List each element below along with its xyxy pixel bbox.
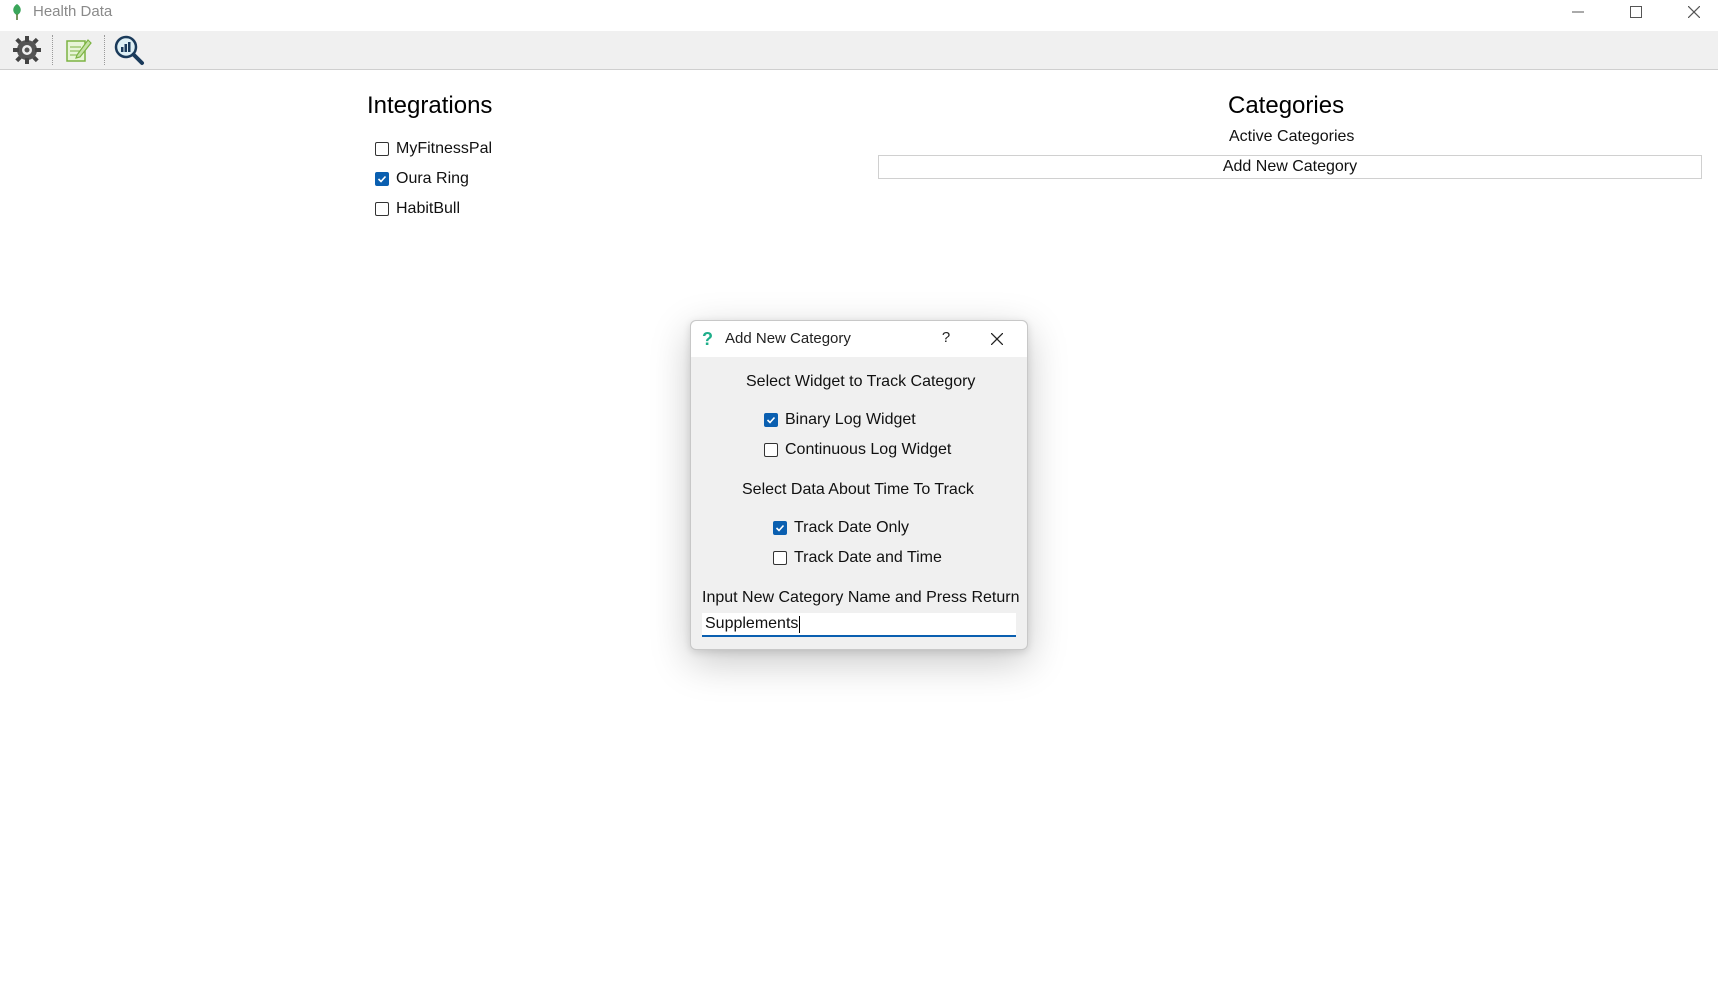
checkmark-icon xyxy=(766,416,776,424)
close-icon xyxy=(1688,6,1700,18)
checkbox-label: Track Date and Time xyxy=(794,549,942,566)
integration-myfitnesspal-checkbox[interactable]: MyFitnessPal xyxy=(375,139,492,159)
search-chart-icon xyxy=(114,35,144,65)
checkbox-checked[interactable] xyxy=(375,172,389,186)
binary-log-widget-checkbox[interactable]: Binary Log Widget xyxy=(764,410,916,430)
checkmark-icon xyxy=(377,175,387,183)
minimize-button[interactable] xyxy=(1550,0,1606,24)
integration-habitbull-checkbox[interactable]: HabitBull xyxy=(375,199,460,219)
checkbox-label: Binary Log Widget xyxy=(785,411,916,428)
checkbox-checked[interactable] xyxy=(764,413,778,427)
checkbox-unchecked[interactable] xyxy=(375,202,389,216)
dialog-close-button[interactable] xyxy=(987,329,1007,349)
minimize-icon xyxy=(1572,11,1584,13)
toolbar xyxy=(0,31,1718,70)
checkbox-label: Continuous Log Widget xyxy=(785,441,952,458)
maximize-icon xyxy=(1630,6,1642,18)
edit-note-icon xyxy=(66,39,92,62)
settings-gear-icon xyxy=(13,36,41,64)
checkbox-label: HabitBull xyxy=(396,200,461,217)
dialog-title-bar: ? Add New Category ? xyxy=(691,321,1027,357)
text-caret xyxy=(799,615,801,633)
checkbox-label: Oura Ring xyxy=(396,170,469,187)
category-name-input[interactable]: Supplements xyxy=(702,613,1016,637)
close-window-button[interactable] xyxy=(1666,0,1718,24)
checkmark-icon xyxy=(775,524,785,532)
track-date-and-time-checkbox[interactable]: Track Date and Time xyxy=(773,548,942,568)
settings-button[interactable] xyxy=(10,34,44,66)
dialog-title: Add New Category xyxy=(725,330,851,347)
help-question-icon: ? xyxy=(702,329,713,349)
add-new-category-button[interactable]: Add New Category xyxy=(878,155,1702,179)
checkbox-checked[interactable] xyxy=(773,521,787,535)
name-prompt-label: Input New Category Name and Press Return xyxy=(702,589,1020,606)
search-chart-button[interactable] xyxy=(112,34,146,66)
app-leaf-icon xyxy=(13,4,21,20)
active-categories-label: Active Categories xyxy=(1229,128,1355,145)
window-title: Health Data xyxy=(33,3,113,20)
integrations-title: Integrations xyxy=(367,92,493,119)
checkbox-label: MyFitnessPal xyxy=(396,140,493,157)
add-category-dialog: ? Add New Category ? Select Widget to Tr… xyxy=(690,320,1028,650)
window-title-bar: Health Data xyxy=(0,0,1718,24)
checkbox-unchecked[interactable] xyxy=(764,443,778,457)
continuous-log-widget-checkbox[interactable]: Continuous Log Widget xyxy=(764,440,951,460)
toolbar-separator xyxy=(104,35,106,65)
time-prompt-label: Select Data About Time To Track xyxy=(742,481,974,498)
integration-oura-ring-checkbox[interactable]: Oura Ring xyxy=(375,169,469,189)
track-date-only-checkbox[interactable]: Track Date Only xyxy=(773,518,909,538)
dialog-help-button[interactable]: ? xyxy=(936,329,956,346)
checkbox-label: Track Date Only xyxy=(794,519,909,536)
close-icon xyxy=(991,333,1003,345)
checkbox-unchecked[interactable] xyxy=(773,551,787,565)
checkbox-unchecked[interactable] xyxy=(375,142,389,156)
categories-title: Categories xyxy=(1228,92,1345,119)
widget-prompt-label: Select Widget to Track Category xyxy=(746,373,976,390)
toolbar-separator xyxy=(52,35,54,65)
category-name-value: Supplements xyxy=(705,615,799,632)
edit-button[interactable] xyxy=(61,34,95,66)
maximize-button[interactable] xyxy=(1608,0,1664,24)
